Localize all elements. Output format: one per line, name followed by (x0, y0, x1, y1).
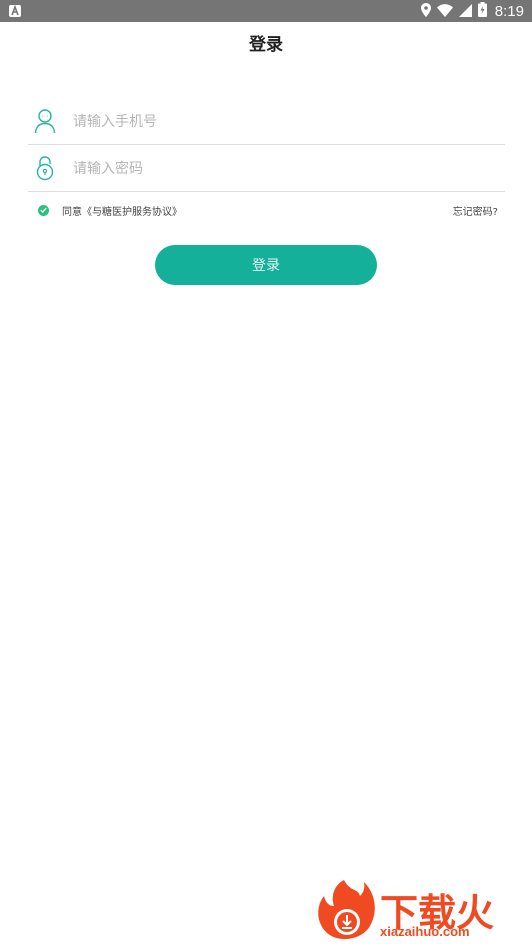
forgot-password-link[interactable]: 忘记密码? (453, 203, 498, 218)
password-input[interactable] (71, 153, 495, 185)
wifi-icon (436, 2, 453, 21)
watermark-logo: 下载火 xiazaihuo.com (314, 876, 532, 946)
agreement-row[interactable]: 同意《与糖医护服务协议》 (38, 202, 182, 218)
password-field (28, 145, 505, 192)
user-icon (34, 108, 56, 134)
watermark-url: xiazaihuo.com (380, 924, 470, 939)
flame-logo-icon (318, 880, 375, 940)
location-icon (420, 2, 431, 21)
battery-icon (477, 1, 487, 21)
check-icon (40, 207, 47, 213)
lock-icon (34, 155, 56, 181)
status-time: 8:19 (494, 2, 524, 20)
phone-field (28, 98, 505, 145)
notification-app-icon (9, 5, 21, 17)
agreement-checkbox[interactable] (38, 204, 49, 216)
agreement-link[interactable]: 同意《与糖医护服务协议》 (62, 203, 182, 218)
login-button[interactable]: 登录 (155, 245, 377, 285)
phone-input[interactable] (71, 106, 495, 138)
status-bar: 8:19 (0, 0, 532, 22)
signal-icon (458, 2, 472, 21)
page-title: 登录 (249, 35, 283, 55)
